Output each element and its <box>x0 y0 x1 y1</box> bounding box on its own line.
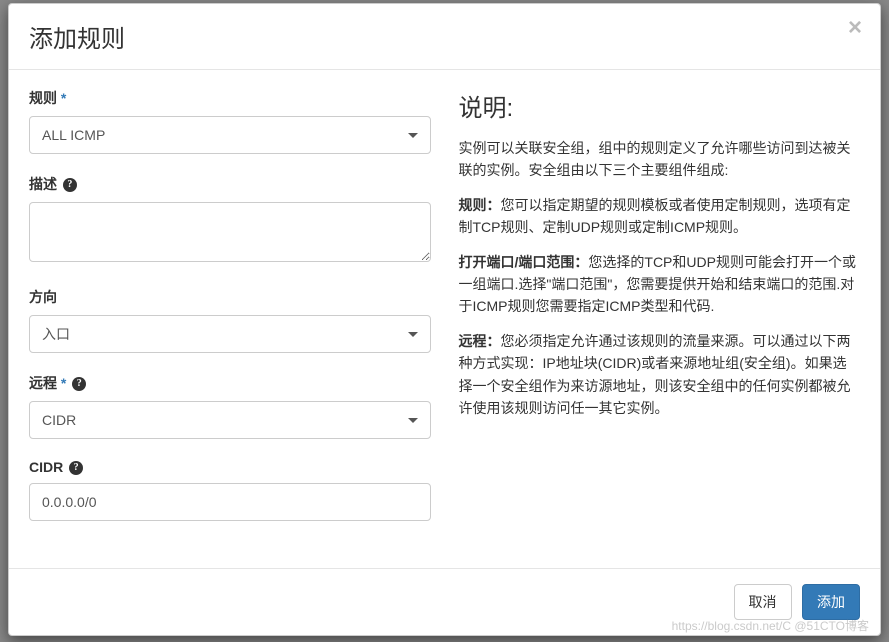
desc-title: 说明: <box>459 88 861 123</box>
form-column: 规则 * ALL ICMP 描述 ? 方向 <box>29 88 431 550</box>
help-icon[interactable]: ? <box>72 377 86 391</box>
close-icon[interactable]: × <box>848 16 862 40</box>
remote-select[interactable]: CIDR <box>29 401 431 439</box>
cidr-label: CIDR ? <box>29 459 431 475</box>
chevron-down-icon <box>408 418 418 423</box>
modal-footer: 取消 添加 <box>9 568 880 635</box>
direction-label: 方向 <box>29 287 431 307</box>
modal-body: 规则 * ALL ICMP 描述 ? 方向 <box>9 70 880 568</box>
submit-button[interactable]: 添加 <box>802 584 860 620</box>
direction-select-value: 入口 <box>42 324 70 344</box>
rule-select[interactable]: ALL ICMP <box>29 116 431 154</box>
desc-rule-text: 您可以指定期望的规则模板或者使用定制规则，选项有定制TCP规则、定制UDP规则或… <box>459 197 851 235</box>
modal-title: 添加规则 <box>29 19 860 54</box>
remote-label: 远程 * ? <box>29 373 431 393</box>
description-column: 说明: 实例可以关联安全组，组中的规则定义了允许哪些访问到达被关联的实例。安全组… <box>451 88 861 550</box>
desc-port-bold: 打开端口/端口范围： <box>459 254 589 270</box>
direction-label-text: 方向 <box>29 289 57 305</box>
desc-rule-bold: 规则： <box>459 197 501 213</box>
rule-label-text: 规则 <box>29 90 57 106</box>
rule-select-value: ALL ICMP <box>42 127 105 143</box>
add-rule-modal: 添加规则 × 规则 * ALL ICMP 描述 ? <box>8 3 881 636</box>
desc-rule: 规则：您可以指定期望的规则模板或者使用定制规则，选项有定制TCP规则、定制UDP… <box>459 194 861 239</box>
desc-port: 打开端口/端口范围：您选择的TCP和UDP规则可能会打开一个或一组端口.选择"端… <box>459 251 861 318</box>
desc-intro: 实例可以关联安全组，组中的规则定义了允许哪些访问到达被关联的实例。安全组由以下三… <box>459 137 861 182</box>
modal-header: 添加规则 × <box>9 4 880 70</box>
cancel-button[interactable]: 取消 <box>734 584 792 620</box>
cidr-label-text: CIDR <box>29 459 63 475</box>
desc-remote: 远程：您必须指定允许通过该规则的流量来源。可以通过以下两种方式实现：IP地址块(… <box>459 330 861 420</box>
help-icon[interactable]: ? <box>63 178 77 192</box>
rule-label: 规则 * <box>29 88 431 108</box>
help-icon[interactable]: ? <box>69 461 83 475</box>
description-label: 描述 ? <box>29 174 431 194</box>
desc-remote-bold: 远程： <box>459 333 501 349</box>
description-input[interactable] <box>29 202 431 262</box>
chevron-down-icon <box>408 332 418 337</box>
cidr-input[interactable] <box>29 483 431 521</box>
remote-group: 远程 * ? CIDR <box>29 373 431 439</box>
description-group: 描述 ? <box>29 174 431 267</box>
remote-select-value: CIDR <box>42 412 76 428</box>
direction-group: 方向 入口 <box>29 287 431 353</box>
remote-label-text: 远程 <box>29 375 57 391</box>
required-icon: * <box>61 90 66 106</box>
cidr-group: CIDR ? <box>29 459 431 521</box>
rule-group: 规则 * ALL ICMP <box>29 88 431 154</box>
chevron-down-icon <box>408 133 418 138</box>
required-icon: * <box>61 375 66 391</box>
direction-select[interactable]: 入口 <box>29 315 431 353</box>
description-label-text: 描述 <box>29 176 57 192</box>
desc-remote-text: 您必须指定允许通过该规则的流量来源。可以通过以下两种方式实现：IP地址块(CID… <box>459 333 851 416</box>
